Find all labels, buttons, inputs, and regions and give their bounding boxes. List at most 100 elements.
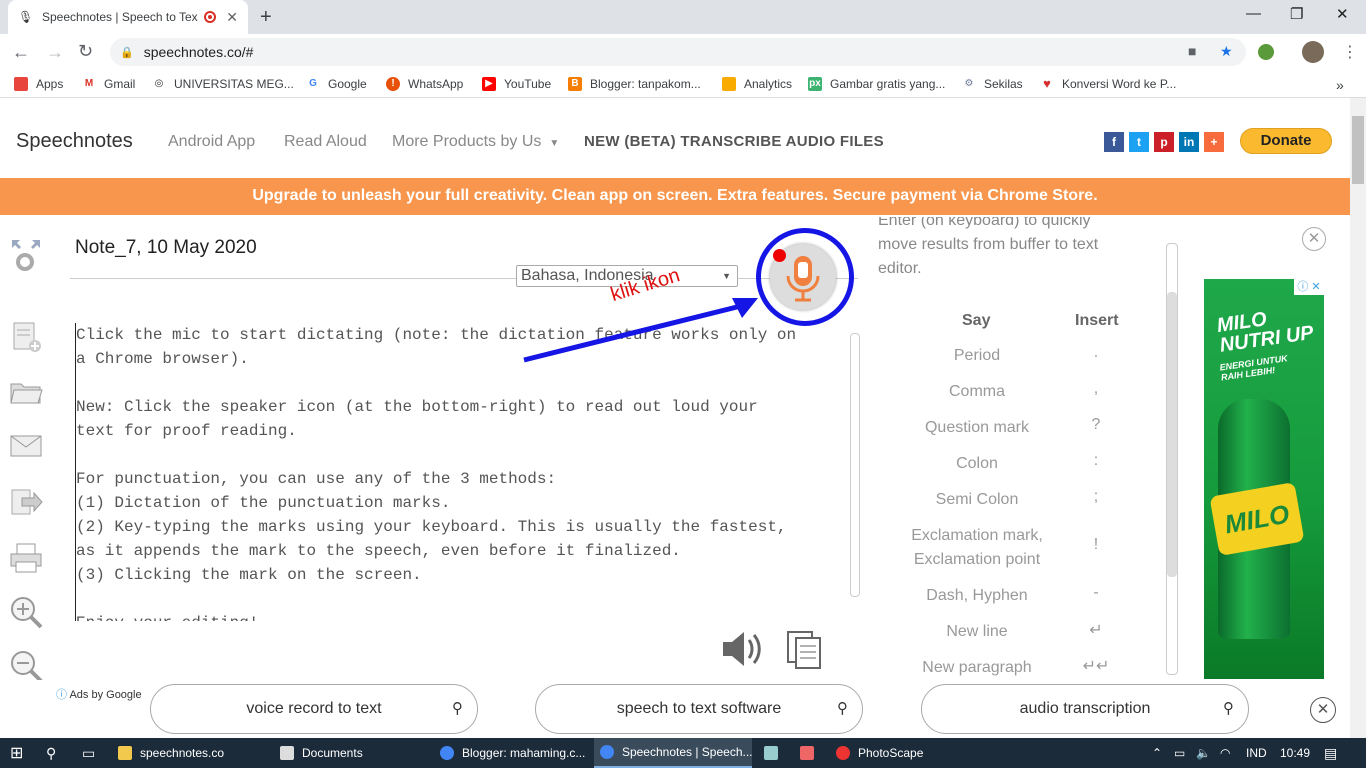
close-tab-icon[interactable]: ✕	[226, 9, 238, 26]
email-icon[interactable]	[8, 428, 44, 464]
taskbar-item-blogger[interactable]: Blogger: mahaming.c...	[434, 738, 592, 768]
punct-say[interactable]: Question mark	[892, 416, 1062, 440]
more-bookmarks-icon[interactable]: »	[1336, 77, 1344, 93]
taskbar-item-documents[interactable]: Documents	[274, 738, 432, 768]
zoom-in-icon[interactable]	[8, 594, 44, 630]
clock[interactable]: 10:49	[1274, 738, 1310, 768]
punct-say[interactable]: Comma	[892, 380, 1062, 404]
camera-icon[interactable]: ■	[1188, 43, 1196, 59]
donate-button[interactable]: Donate	[1240, 128, 1332, 154]
bookmark-whatsapp[interactable]: ! WhatsApp	[386, 77, 463, 91]
print-icon[interactable]	[8, 540, 44, 576]
punct-say[interactable]: Period	[892, 344, 1062, 368]
facebook-icon[interactable]: f	[1104, 132, 1124, 152]
minimize-button[interactable]: —	[1246, 5, 1261, 22]
bookmark-blogger[interactable]: B Blogger: tanpakom...	[568, 77, 701, 91]
page-scroll-thumb[interactable]	[1352, 116, 1364, 184]
back-button[interactable]: ←	[12, 42, 30, 63]
milo-ad[interactable]: MILO NUTRI UP ENERGI UNTUK RAIH LEBIH! M…	[1204, 279, 1324, 679]
profile-avatar[interactable]	[1302, 41, 1324, 63]
close-panel-button[interactable]: ✕	[1302, 227, 1326, 251]
linkedin-icon[interactable]: in	[1179, 132, 1199, 152]
notifications-icon[interactable]: ▤	[1318, 738, 1337, 768]
bookmark-konversi[interactable]: ♥ Konversi Word ke P...	[1040, 77, 1176, 91]
punct-insert[interactable]: ↵↵	[1076, 656, 1116, 676]
share-plus-icon[interactable]: +	[1204, 132, 1224, 152]
upgrade-banner[interactable]: Upgrade to unleash your full creativity.…	[0, 178, 1350, 215]
search-icon[interactable]: ⚲	[40, 738, 56, 768]
punct-say[interactable]: Colon	[892, 452, 1062, 476]
panel-scroll-thumb[interactable]	[1167, 292, 1177, 577]
bookmark-sekilas[interactable]: ⚙ Sekilas	[962, 77, 1023, 91]
restore-button[interactable]: ❐	[1290, 5, 1303, 23]
bookmark-universitas[interactable]: ◎ UNIVERSITAS MEG...	[152, 77, 294, 91]
windows-start-icon[interactable]: ⊞	[4, 738, 23, 768]
search-ad-2[interactable]: speech to text software ⚲	[535, 684, 863, 734]
note-title[interactable]: Note_7, 10 May 2020	[75, 237, 257, 259]
volume-icon[interactable]: 🔈	[1190, 738, 1211, 768]
punct-insert[interactable]: !	[1076, 536, 1116, 554]
bookmark-gmail[interactable]: M Gmail	[82, 77, 135, 91]
menu-icon[interactable]: ⋮	[1342, 42, 1358, 62]
bookmark-youtube[interactable]: ▶ YouTube	[482, 77, 551, 91]
browser-tab[interactable]: 🎙 Speechnotes | Speech to Tex ✕	[8, 0, 248, 34]
task-view-icon[interactable]: ▭	[76, 738, 95, 768]
nav-transcribe-audio[interactable]: NEW (BETA) TRANSCRIBE AUDIO FILES	[584, 133, 884, 150]
new-tab-button[interactable]: +	[260, 6, 272, 29]
site-brand[interactable]: Speechnotes	[16, 130, 133, 153]
bookmark-analytics[interactable]: Analytics	[722, 77, 792, 91]
open-folder-icon[interactable]	[8, 374, 44, 410]
google-icon: G	[306, 77, 320, 91]
taskbar-item-photoscape[interactable]: PhotoScape	[830, 738, 960, 768]
punct-insert[interactable]: ;	[1076, 488, 1116, 506]
wifi-icon[interactable]: ◠	[1214, 738, 1230, 768]
taskbar-item-speechnotes[interactable]: Speechnotes | Speech...	[594, 738, 752, 768]
bookmark-gambar[interactable]: px Gambar gratis yang...	[808, 77, 945, 91]
speaker-icon[interactable]	[720, 628, 766, 675]
bookmark-google[interactable]: G Google	[306, 77, 367, 91]
forward-button[interactable]: →	[46, 42, 64, 63]
nav-more-products[interactable]: More Products by Us ▼	[392, 133, 559, 151]
pinterest-icon[interactable]: p	[1154, 132, 1174, 152]
editor-scrollbar[interactable]	[850, 333, 860, 597]
close-window-button[interactable]: ✕	[1336, 5, 1349, 23]
zoom-out-icon[interactable]	[8, 648, 44, 684]
new-note-icon[interactable]	[8, 320, 44, 356]
search-ad-3[interactable]: audio transcription ⚲	[921, 684, 1249, 734]
clipboard-icon[interactable]	[786, 628, 824, 675]
punct-say[interactable]: Dash, Hyphen	[892, 584, 1062, 608]
taskbar-item-speechnotes-folder[interactable]: speechnotes.co	[112, 738, 272, 768]
twitter-icon[interactable]: t	[1129, 132, 1149, 152]
address-bar[interactable]: 🔒 speechnotes.co/# ■ ★	[110, 38, 1246, 66]
input-language[interactable]: IND	[1240, 738, 1267, 768]
page-scrollbar[interactable]	[1350, 98, 1366, 738]
punct-say[interactable]: Semi Colon	[892, 488, 1062, 512]
search-ad-1[interactable]: voice record to text ⚲	[150, 684, 478, 734]
export-icon[interactable]	[8, 484, 44, 520]
adchoices-icon[interactable]: ⓘ ✕	[1294, 279, 1324, 295]
settings-icon[interactable]	[8, 236, 44, 272]
punct-insert[interactable]: ↵	[1076, 620, 1116, 640]
close-ads-button[interactable]: ✕	[1310, 697, 1336, 723]
punct-insert[interactable]: -	[1076, 584, 1116, 602]
punct-insert[interactable]: :	[1076, 452, 1116, 470]
reload-button[interactable]: ↻	[78, 41, 93, 62]
nav-android-app[interactable]: Android App	[168, 133, 255, 151]
bookmarks-bar: Apps M Gmail ◎ UNIVERSITAS MEG... G Google …	[0, 70, 1366, 98]
bookmark-star-icon[interactable]: ★	[1220, 43, 1233, 60]
battery-icon[interactable]: ▭	[1168, 738, 1185, 768]
punct-say[interactable]: Exclamation mark, Exclamation point	[892, 524, 1062, 572]
extension-icon[interactable]	[1258, 44, 1274, 60]
taskbar-paint-icon[interactable]	[794, 738, 822, 768]
punct-insert[interactable]: ,	[1076, 380, 1116, 398]
taskbar-notepad-icon[interactable]	[758, 738, 786, 768]
ads-by-google[interactable]: ⓘ Ads by Google	[56, 686, 142, 702]
bookmark-apps[interactable]: Apps	[14, 77, 63, 91]
punct-insert[interactable]: ?	[1076, 416, 1116, 434]
punct-insert[interactable]: .	[1076, 344, 1116, 362]
tray-chevron-icon[interactable]: ⌃	[1146, 738, 1162, 768]
whatsapp-icon: !	[386, 77, 400, 91]
punct-say[interactable]: New line	[892, 620, 1062, 644]
punct-say[interactable]: New paragraph	[892, 656, 1062, 680]
nav-read-aloud[interactable]: Read Aloud	[284, 133, 367, 151]
